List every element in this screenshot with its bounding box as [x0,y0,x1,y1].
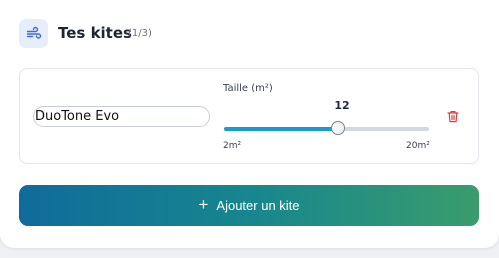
wind-icon [19,19,48,48]
add-kite-label: Ajouter un kite [216,198,300,213]
section-title: Tes kites [58,24,132,42]
plus-icon: + [198,195,209,214]
size-value: 12 [334,99,350,112]
delete-kite-button[interactable] [445,108,461,124]
size-slider-fill [224,127,338,131]
size-slider-thumb[interactable] [330,121,345,135]
size-slider[interactable] [224,121,429,135]
size-min-label: 2m² [223,141,242,151]
trash-icon [447,110,459,122]
size-label: Taille (m²) [223,83,273,94]
add-kite-button[interactable]: + Ajouter un kite [19,185,479,226]
kite-item: Taille (m²) 12 2m² 20m² [19,68,479,164]
size-max-label: 20m² [406,141,430,151]
kite-name-input[interactable] [33,106,210,127]
kites-card: Tes kites (1/3) Taille (m²) 12 2m² 20m² … [0,0,499,248]
kite-count: (1/3) [128,28,152,39]
